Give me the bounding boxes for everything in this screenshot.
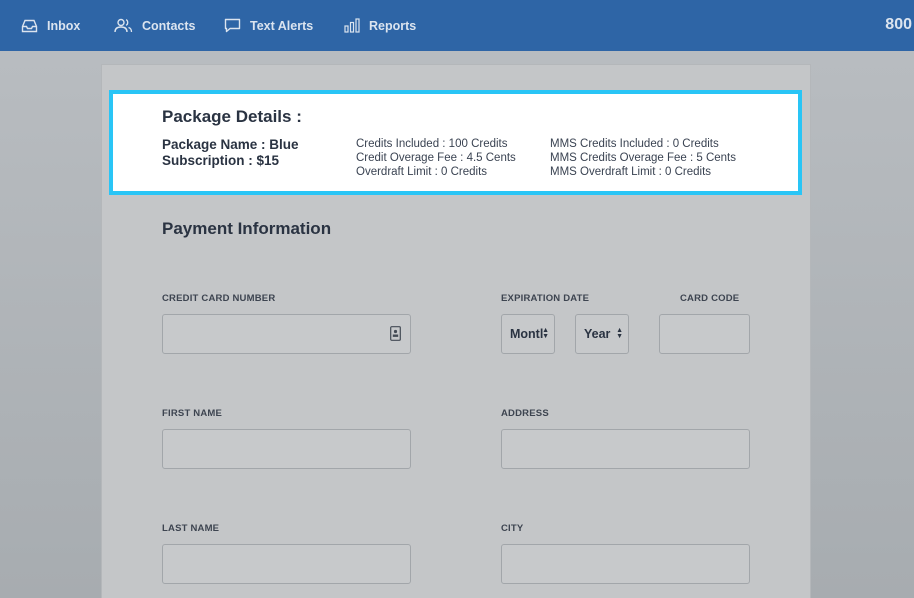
card-code-label: CARD CODE — [680, 293, 740, 304]
overdraft-limit: Overdraft Limit : 0 Credits — [356, 166, 488, 178]
nav-item-reports[interactable]: Reports — [344, 0, 416, 51]
mms-credits-included: MMS Credits Included : 0 Credits — [550, 138, 719, 150]
month-select-value: Montl — [510, 327, 544, 341]
package-name: Package Name : Blue Subscription : $15 — [162, 137, 299, 168]
mms-credits-overage-fee: MMS Credits Overage Fee : 5 Cents — [550, 152, 736, 164]
last-name-label: LAST NAME — [162, 523, 220, 534]
package-mms-column: MMS Credits Included : 0 Credits MMS Cre… — [550, 137, 736, 179]
chat-icon — [224, 18, 241, 33]
expiration-year-select[interactable]: Year ▲ ▼ — [575, 314, 629, 354]
package-details-title: Package Details : — [162, 107, 302, 126]
expiration-month-select[interactable]: Montl ▲ ▼ — [501, 314, 555, 354]
year-select-value: Year — [584, 327, 611, 341]
package-details-box: Package Details : Package Name : Blue Su… — [109, 90, 802, 195]
first-name-input[interactable] — [162, 429, 411, 469]
nav-item-text-alerts[interactable]: Text Alerts — [224, 0, 313, 51]
payment-information-title: Payment Information — [162, 219, 332, 238]
topbar-phone-number: 800 — [885, 16, 912, 33]
package-credits-column: Credits Included : 100 Credits Credit Ov… — [356, 137, 516, 179]
expiration-date-label: EXPIRATION DATE — [501, 293, 590, 304]
nav-label-reports: Reports — [369, 18, 417, 33]
credit-card-number-input[interactable] — [162, 314, 411, 354]
select-arrows-icon: ▲ ▼ — [542, 327, 549, 340]
nav-label-text-alerts: Text Alerts — [250, 18, 314, 33]
nav-item-inbox[interactable]: Inbox — [21, 0, 80, 51]
inbox-icon — [21, 19, 38, 32]
credit-overage-fee: Credit Overage Fee : 4.5 Cents — [356, 152, 516, 164]
mms-overdraft-limit: MMS Overdraft Limit : 0 Credits — [550, 166, 712, 178]
nav-item-contacts[interactable]: Contacts — [114, 0, 195, 51]
nav-label-contacts: Contacts — [142, 18, 196, 33]
contact-card-icon — [390, 326, 401, 341]
first-name-label: FIRST NAME — [162, 408, 223, 419]
city-label: CITY — [501, 523, 524, 534]
nav-label-inbox: Inbox — [47, 18, 81, 33]
credits-included: Credits Included : 100 Credits — [356, 138, 508, 150]
select-arrows-icon: ▲ ▼ — [616, 327, 623, 340]
last-name-input[interactable] — [162, 544, 411, 584]
bar-chart-icon — [344, 18, 360, 33]
address-label: ADDRESS — [501, 408, 549, 419]
card-code-input[interactable] — [659, 314, 750, 354]
contacts-icon — [114, 18, 133, 33]
city-input[interactable] — [501, 544, 750, 584]
credit-card-number-label: CREDIT CARD NUMBER — [162, 293, 276, 304]
address-input[interactable] — [501, 429, 750, 469]
top-navigation-bar: Inbox Contacts Text Alerts Reports 800 — [0, 0, 914, 51]
